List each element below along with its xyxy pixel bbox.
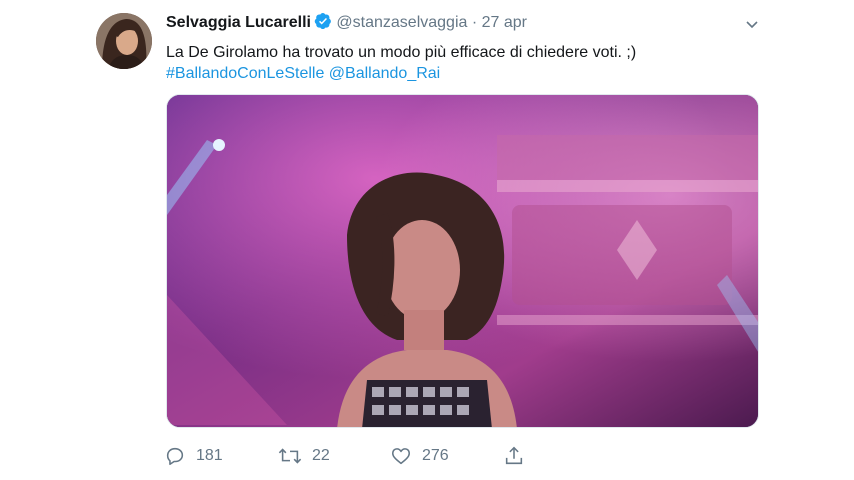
separator-dot: · (471, 14, 478, 31)
tweet-tags: #BallandoConLeStelle @Ballando_Rai (166, 63, 440, 84)
verified-badge-icon (314, 12, 332, 36)
avatar-photo (96, 13, 152, 69)
mention-link[interactable]: @Ballando_Rai (329, 65, 440, 82)
tweet-date[interactable]: 27 apr (482, 14, 527, 31)
retweet-button[interactable]: 22 (278, 445, 330, 467)
reply-count: 181 (196, 447, 223, 464)
like-count: 276 (422, 447, 449, 464)
tweet-media-image[interactable] (166, 94, 759, 428)
tweet-text: La De Girolamo ha trovato un modo più ef… (166, 44, 637, 61)
stage-photo (167, 95, 758, 427)
retweet-count: 22 (312, 447, 330, 464)
reply-button[interactable]: 181 (164, 445, 223, 467)
avatar[interactable] (96, 13, 152, 69)
heart-icon (390, 445, 412, 467)
chevron-down-icon[interactable] (744, 16, 760, 37)
like-button[interactable]: 276 (390, 445, 449, 467)
share-icon (503, 445, 525, 467)
author-name[interactable]: Selvaggia Lucarelli (166, 14, 311, 31)
tweet-header: Selvaggia Lucarelli @stanzaselvaggia · 2… (166, 12, 527, 36)
tweet-actions: 181 22 276 (0, 445, 854, 471)
share-button[interactable] (503, 445, 525, 467)
author-handle[interactable]: @stanzaselvaggia (336, 14, 467, 31)
reply-icon (164, 445, 186, 467)
retweet-icon (278, 445, 302, 467)
hashtag-link[interactable]: #BallandoConLeStelle (166, 65, 324, 82)
